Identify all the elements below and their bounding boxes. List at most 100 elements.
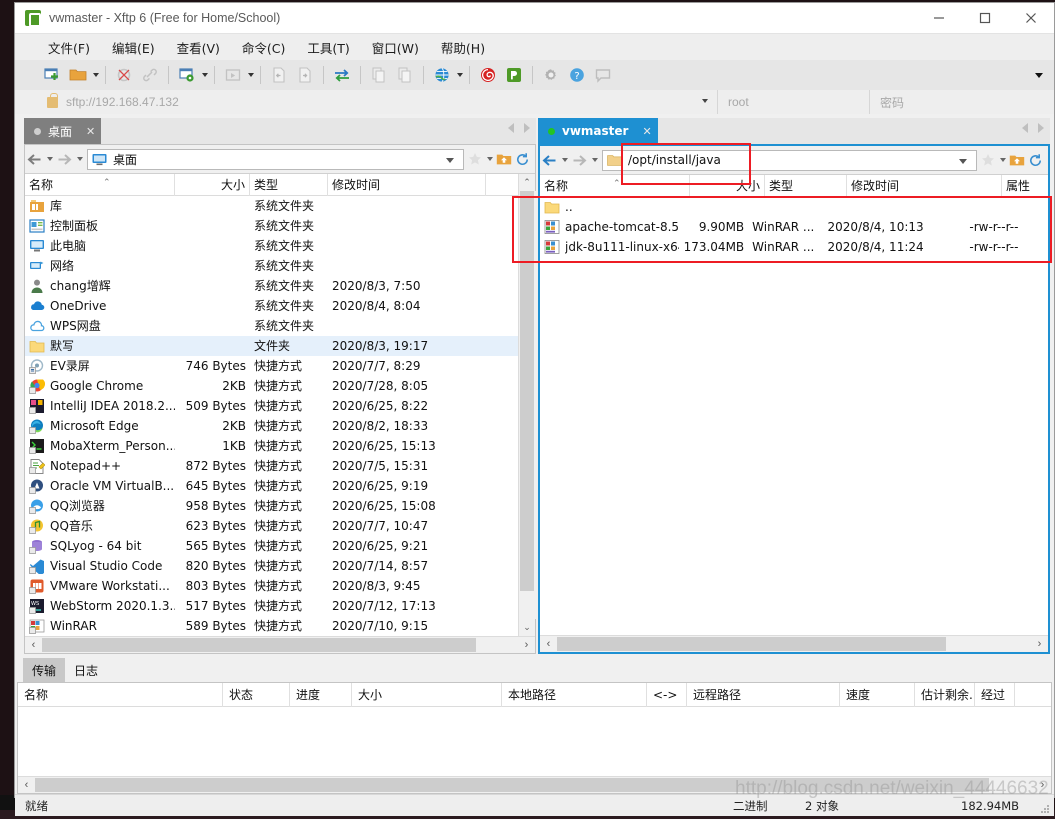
menu-command[interactable]: 命令(C) bbox=[233, 35, 294, 60]
local-back-dropdown-icon[interactable] bbox=[44, 145, 55, 174]
remote-horizontal-scrollbar[interactable]: ‹ › bbox=[540, 635, 1048, 652]
remote-home-folder-icon[interactable] bbox=[1008, 149, 1026, 171]
tab-log[interactable]: 日志 bbox=[65, 658, 107, 682]
transfer-col-远程路径[interactable]: 远程路径 bbox=[687, 682, 840, 707]
remote-hscroll-thumb[interactable] bbox=[557, 636, 946, 651]
toolbar-overflow-chevron-down-icon[interactable] bbox=[1032, 60, 1046, 90]
xshell-icon[interactable] bbox=[477, 64, 499, 86]
table-row[interactable]: QQ音乐 623 Bytes 快捷方式 2020/7/7, 10:47 bbox=[25, 516, 518, 536]
table-row[interactable]: 网络 系统文件夹 bbox=[25, 256, 518, 276]
transfer-col-进度[interactable]: 进度 bbox=[290, 682, 352, 707]
local-col-name[interactable]: 名称 ⌃ bbox=[25, 173, 175, 196]
table-row[interactable]: 库 系统文件夹 bbox=[25, 196, 518, 216]
remote-path-chevron-down-icon[interactable] bbox=[959, 157, 968, 166]
globe-dropdown-icon[interactable] bbox=[455, 64, 464, 86]
remote-back-button[interactable] bbox=[540, 146, 559, 175]
local-forward-button[interactable] bbox=[55, 145, 74, 174]
local-hscroll-thumb[interactable] bbox=[42, 637, 476, 652]
local-path-chevron-down-icon[interactable] bbox=[446, 156, 455, 165]
resize-grip[interactable] bbox=[1038, 801, 1050, 813]
remote-col-type[interactable]: 类型 bbox=[765, 174, 847, 197]
transfer-col-速度[interactable]: 速度 bbox=[840, 682, 915, 707]
table-row[interactable]: SQLyog - 64 bit 565 Bytes 快捷方式 2020/6/25, 9… bbox=[25, 536, 518, 556]
table-row[interactable]: .. bbox=[540, 197, 1048, 217]
transfer-col-本地路径[interactable]: 本地路径 bbox=[502, 682, 647, 707]
password-input[interactable]: 密码 bbox=[870, 90, 1054, 114]
close-button[interactable] bbox=[1008, 3, 1054, 34]
table-row[interactable]: MobaXterm_Person... 1KB 快捷方式 2020/6/25, 15:… bbox=[25, 436, 518, 456]
transfer-horizontal-scrollbar[interactable]: ‹ › bbox=[18, 776, 1051, 793]
local-scroll-down-icon[interactable]: ⌄ bbox=[519, 619, 536, 636]
transfer-col-经过[interactable]: 经过 bbox=[975, 682, 1015, 707]
transfer-col-状态[interactable]: 状态 bbox=[223, 682, 290, 707]
options-gear-icon[interactable] bbox=[540, 64, 562, 86]
table-row[interactable]: Microsoft Edge 2KB 快捷方式 2020/8/2, 18:33 bbox=[25, 416, 518, 436]
table-row[interactable]: apache-tomcat-8.5.... 9.90MB WinRAR ... 202… bbox=[540, 217, 1048, 237]
table-row[interactable]: EV录屏 746 Bytes 快捷方式 2020/7/7, 8:29 bbox=[25, 356, 518, 376]
sftp-url-input[interactable]: sftp://192.168.47.132 bbox=[39, 90, 718, 114]
remote-file-list[interactable]: .. apache-tomcat-8.5.... 9.90MB WinRAR ... 2… bbox=[540, 197, 1048, 635]
remote-forward-button[interactable] bbox=[570, 146, 589, 175]
session-settings-icon[interactable] bbox=[176, 64, 198, 86]
local-bookmark-star-icon[interactable] bbox=[466, 148, 484, 170]
remote-back-dropdown-icon[interactable] bbox=[559, 146, 570, 175]
transfer-rows[interactable] bbox=[18, 707, 1051, 776]
url-dropdown-chevron-down-icon[interactable] bbox=[702, 99, 708, 103]
remote-refresh-icon[interactable] bbox=[1026, 149, 1044, 171]
table-row[interactable]: WinRAR 589 Bytes 快捷方式 2020/7/10, 9:15 bbox=[25, 616, 518, 636]
remote-forward-dropdown-icon[interactable] bbox=[589, 146, 600, 175]
username-input[interactable]: root bbox=[718, 90, 870, 114]
tab-scroll-left-icon[interactable] bbox=[1022, 123, 1028, 133]
local-home-folder-icon[interactable] bbox=[495, 148, 513, 170]
local-file-list[interactable]: 库系统文件夹 控制面板 系统文件夹 此电脑 系统文件夹 网络 系统文件夹 chang增辉 系统文… bbox=[25, 196, 518, 636]
table-row[interactable]: jdk-8u111-linux-x64... 173.04MB WinRAR ...… bbox=[540, 237, 1048, 257]
session-settings-dropdown-icon[interactable] bbox=[200, 64, 209, 86]
table-row[interactable]: chang增辉 系统文件夹 2020/8/3, 7:50 bbox=[25, 276, 518, 296]
menu-tools[interactable]: 工具(T) bbox=[298, 35, 358, 60]
new-session-icon[interactable] bbox=[41, 64, 63, 86]
remote-col-name[interactable]: 名称 ⌃ bbox=[540, 174, 690, 197]
menu-edit[interactable]: 编辑(E) bbox=[103, 35, 164, 60]
transfer-hscroll-thumb[interactable] bbox=[35, 777, 989, 792]
tab-scroll-right-icon[interactable] bbox=[524, 123, 530, 133]
local-scroll-track[interactable] bbox=[518, 191, 536, 619]
local-scroll-thumb[interactable] bbox=[519, 191, 534, 591]
table-row[interactable]: 此电脑 系统文件夹 bbox=[25, 236, 518, 256]
open-folder-icon[interactable] bbox=[67, 64, 89, 86]
tab-scroll-left-icon[interactable] bbox=[508, 123, 514, 133]
remote-tab-close-icon[interactable]: ✕ bbox=[642, 125, 651, 138]
local-col-modified[interactable]: 修改时间 bbox=[328, 173, 486, 196]
remote-col-attrs[interactable]: 属性 bbox=[1002, 175, 1048, 197]
table-row[interactable]: VMware Workstati... 803 Bytes 快捷方式 2020/8/3… bbox=[25, 576, 518, 596]
local-forward-dropdown-icon[interactable] bbox=[74, 145, 85, 174]
xftp-toolbar-icon[interactable] bbox=[503, 64, 525, 86]
open-folder-dropdown-icon[interactable] bbox=[91, 64, 100, 86]
transfer-col-<->[interactable]: <-> bbox=[647, 682, 687, 707]
remote-col-size[interactable]: 大小 bbox=[690, 174, 765, 197]
local-hscroll-left-icon[interactable]: ‹ bbox=[25, 637, 42, 654]
remote-hscroll-track[interactable] bbox=[557, 636, 1031, 653]
tab-transfer[interactable]: 传输 bbox=[23, 658, 66, 682]
local-horizontal-scrollbar[interactable]: ‹ › bbox=[25, 636, 535, 653]
local-path-input[interactable]: 桌面 bbox=[87, 148, 464, 170]
remote-bookmark-dropdown-icon[interactable] bbox=[997, 146, 1008, 175]
remote-path-input[interactable]: /opt/install/java bbox=[602, 149, 977, 171]
table-row[interactable]: Notepad++ 872 Bytes 快捷方式 2020/7/5, 15:31 bbox=[25, 456, 518, 476]
table-row[interactable]: OneDrive 系统文件夹 2020/8/4, 8:04 bbox=[25, 296, 518, 316]
transfer-col-估计剩余...[interactable]: 估计剩余... bbox=[915, 682, 975, 707]
table-row[interactable]: IJ IntelliJ IDEA 2018.2.... 509 Bytes 快捷方式 2… bbox=[25, 396, 518, 416]
remote-hscroll-left-icon[interactable]: ‹ bbox=[540, 636, 557, 653]
table-row[interactable]: 控制面板 系统文件夹 bbox=[25, 216, 518, 236]
transfer-hscroll-left-icon[interactable]: ‹ bbox=[18, 777, 35, 794]
remote-bookmark-star-icon[interactable] bbox=[979, 149, 997, 171]
menu-file[interactable]: 文件(F) bbox=[39, 35, 99, 60]
transfer-hscroll-track[interactable] bbox=[35, 777, 1034, 794]
help-icon[interactable]: ? bbox=[566, 64, 588, 86]
local-scroll-up-icon[interactable]: ⌃ bbox=[519, 174, 536, 191]
minimize-button[interactable] bbox=[916, 3, 962, 34]
local-hscroll-right-icon[interactable]: › bbox=[518, 637, 535, 654]
remote-col-modified[interactable]: 修改时间 bbox=[847, 174, 1002, 197]
table-row[interactable]: Visual Studio Code 820 Bytes 快捷方式 2020/7/14… bbox=[25, 556, 518, 576]
local-bookmark-dropdown-icon[interactable] bbox=[484, 145, 495, 174]
local-col-size[interactable]: 大小 bbox=[175, 173, 250, 196]
